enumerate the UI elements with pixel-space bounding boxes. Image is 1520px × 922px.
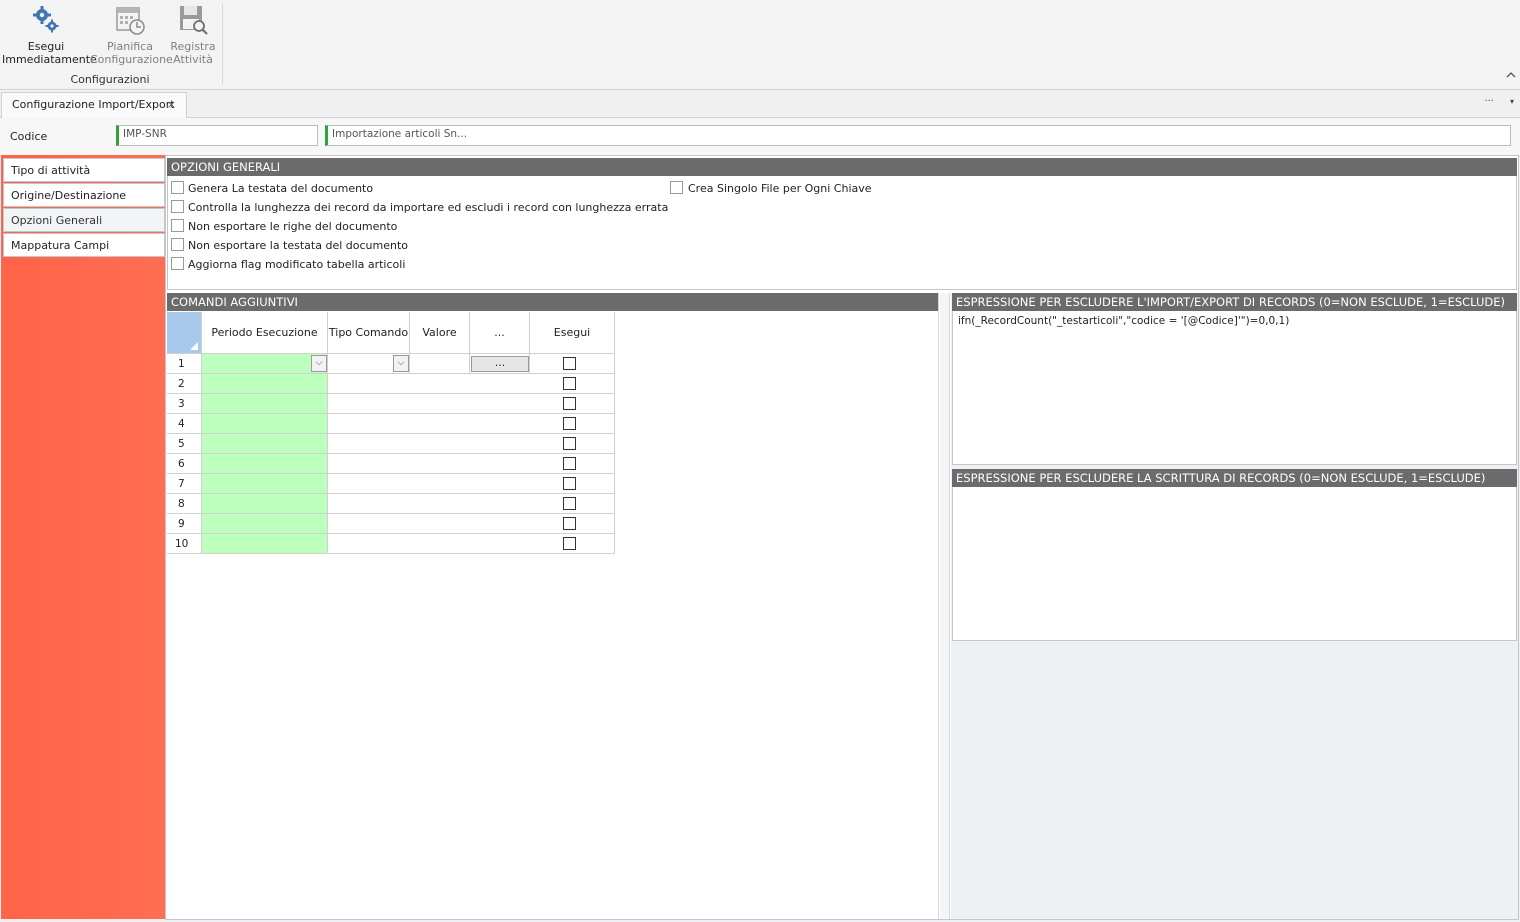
row-number: 8 [167,494,202,514]
row-number: 7 [167,474,202,494]
esegui-immediatamente-button[interactable]: Esegui Immediatamente [2,2,97,66]
chevron-up-icon[interactable] [1506,70,1516,80]
tipo-comando-dropdown-button[interactable]: ⌵ [393,355,409,372]
chevron-down-icon[interactable]: ▾ [1510,97,1514,106]
row-number: 1 [167,354,202,374]
periodo-esecuzione-cell[interactable] [202,354,328,374]
controlla-lunghezza-label: Controlla la lunghezza dei record da imp… [188,201,669,214]
aggiorna-flag-label: Aggiorna flag modificato tabella articol… [188,258,406,271]
sidebar-item-mappatura-campi[interactable]: Mappatura Campi [3,233,165,257]
aggiorna-flag-checkbox[interactable] [171,257,184,270]
vertical-splitter[interactable] [940,293,950,919]
row-number: 9 [167,514,202,534]
row-number: 6 [167,454,202,474]
sidebar-item-opzioni-generali[interactable]: Opzioni Generali [3,208,165,232]
registra-line1: Registra [170,40,216,53]
col-periodo-esecuzione[interactable]: Periodo Esecuzione [202,312,328,354]
non-esportare-testata-label: Non esportare la testata del documento [188,239,408,252]
periodo-esecuzione-cell[interactable] [202,434,328,454]
espressione-scrittura-title: ESPRESSIONE PER ESCLUDERE LA SCRITTURA D… [952,469,1517,487]
esegui-checkbox[interactable] [563,417,576,430]
espressione-import-editor[interactable]: ifn(_RecordCount("_testarticoli","codice… [958,315,1289,327]
save-search-icon [180,6,208,35]
espressione-scrittura-editor[interactable] [958,491,1510,637]
periodo-esecuzione-cell[interactable] [202,374,328,394]
periodo-esecuzione-cell[interactable] [202,454,328,474]
document-tab-bar: Configurazione Import/Export × ··· ▾ [0,90,1520,118]
non-esportare-testata-checkbox[interactable] [171,238,184,251]
genera-testata-label: Genera La testata del documento [188,182,374,195]
esegui-checkbox[interactable] [563,537,576,550]
ribbon-group-separator [222,4,223,84]
non-esportare-righe-label: Non esportare le righe del documento [188,220,398,233]
row-number: 4 [167,414,202,434]
espressione-import-title: ESPRESSIONE PER ESCLUDERE L'IMPORT/EXPOR… [952,293,1517,311]
esegui-checkbox[interactable] [563,377,576,390]
esegui-checkbox[interactable] [563,397,576,410]
periodo-dropdown-button[interactable]: ⌵ [311,355,327,372]
esegui-line1: Esegui [27,40,65,53]
controlla-lunghezza-checkbox[interactable] [171,200,184,213]
opzioni-generali-title: OPZIONI GENERALI [167,158,1517,176]
periodo-esecuzione-cell[interactable] [202,494,328,514]
esegui-checkbox[interactable] [563,497,576,510]
corner-triangle-icon [190,342,198,350]
non-esportare-righe-checkbox[interactable] [171,219,184,232]
periodo-esecuzione-cell[interactable] [202,474,328,494]
row-number: 5 [167,434,202,454]
close-icon[interactable]: × [167,98,176,111]
crea-singolo-file-checkbox[interactable] [670,181,683,194]
sidebar-item-origine-destinazione[interactable]: Origine/Destinazione [3,183,165,207]
sidebar: Tipo di attività Origine/Destinazione Op… [1,155,165,919]
codice-label: Codice [10,130,48,143]
esegui-checkbox[interactable] [563,477,576,490]
registra-line2: Attività [173,53,213,66]
esegui-checkbox[interactable] [563,517,576,530]
registra-attivita-button[interactable]: Registra Attività [170,2,216,66]
periodo-esecuzione-cell[interactable] [202,414,328,434]
tab-label: Configurazione Import/Export [12,98,175,111]
tab-configurazione-import-export[interactable]: Configurazione Import/Export × [1,92,187,118]
row-number: 3 [167,394,202,414]
esegui-checkbox[interactable] [563,457,576,470]
gears-icon [33,6,59,33]
descrizione-input[interactable]: Importazione articoli Sn... [325,125,1511,146]
valore-cell[interactable] [410,354,470,374]
col-ellipsis[interactable]: ... [470,312,530,354]
sidebar-item-tipo-attivita[interactable]: Tipo di attività [3,158,165,182]
codice-row: Codice IMP-SNR Importazione articoli Sn.… [0,118,1520,155]
more-icon[interactable]: ··· [1484,96,1494,107]
crea-singolo-file-label: Crea Singolo File per Ogni Chiave [688,182,872,195]
pianifica-line2: Configurazione [90,53,173,66]
ribbon-group-label: Configurazioni [70,73,150,86]
ellipsis-button[interactable]: ... [471,356,529,372]
col-tipo-comando[interactable]: Tipo Comando [328,312,410,354]
pianifica-line1: Pianifica [107,40,153,53]
periodo-esecuzione-cell[interactable] [202,394,328,414]
comandi-aggiuntivi-title: COMANDI AGGIUNTIVI [167,293,938,311]
row-number: 10 [167,534,202,554]
col-valore[interactable]: Valore [410,312,470,354]
ribbon: Esegui Immediatamente Pianifica Configur… [0,0,1520,90]
grid-select-all-corner[interactable] [167,312,202,354]
codice-input[interactable]: IMP-SNR [116,125,318,146]
calendar-clock-icon [116,7,145,35]
row-number: 2 [167,374,202,394]
esegui-checkbox[interactable] [563,357,576,370]
esegui-line2: Immediatamente [2,53,97,66]
periodo-esecuzione-cell[interactable] [202,534,328,554]
esegui-checkbox[interactable] [563,437,576,450]
col-esegui[interactable]: Esegui [530,312,615,354]
periodo-esecuzione-cell[interactable] [202,514,328,534]
pianifica-configurazione-button[interactable]: Pianifica Configurazione [90,2,173,66]
genera-testata-checkbox[interactable] [171,181,184,194]
